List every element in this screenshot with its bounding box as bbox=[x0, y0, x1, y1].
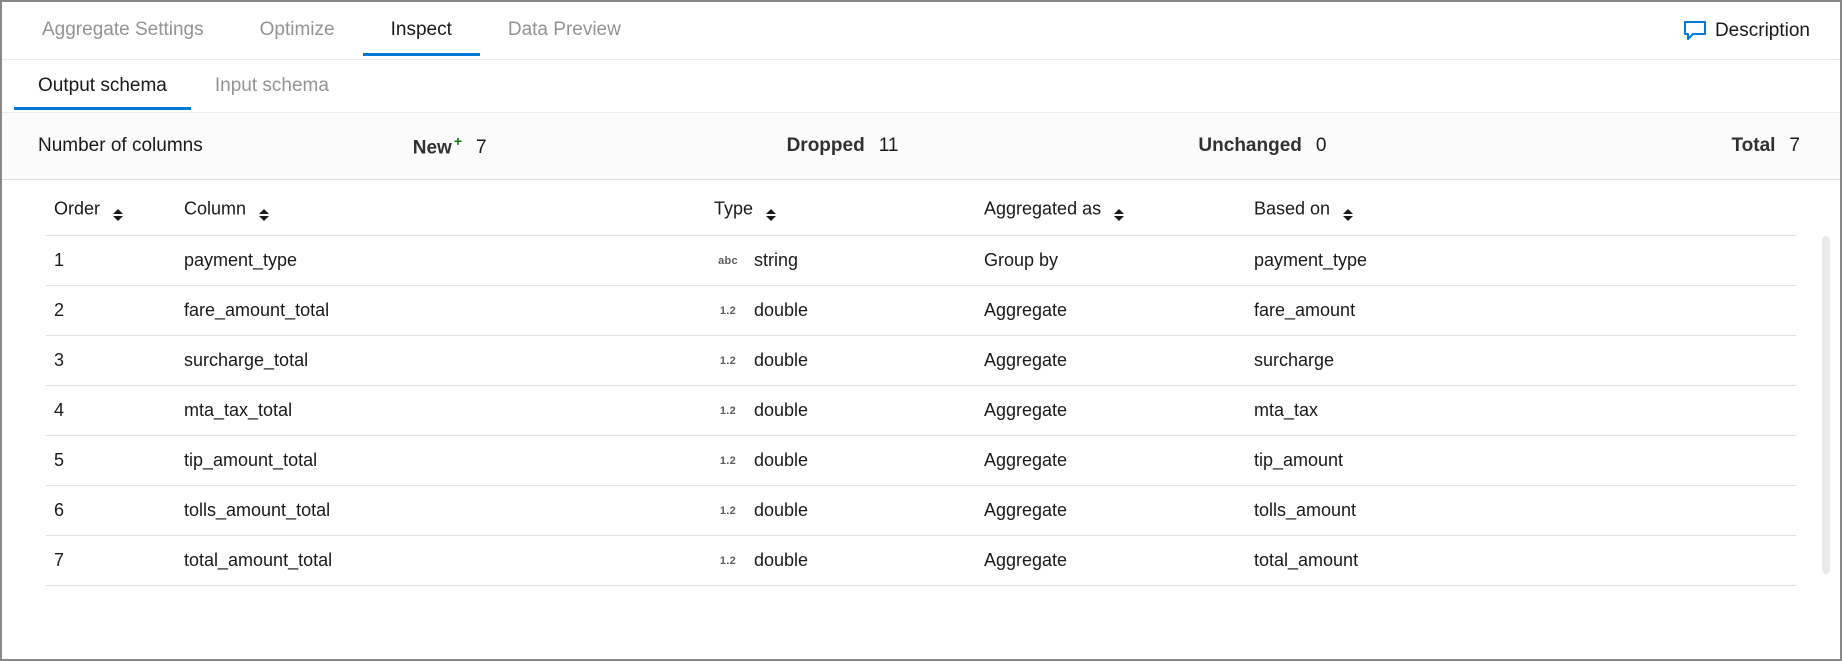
cell-column: total_amount_total bbox=[176, 536, 706, 586]
type-name: double bbox=[754, 400, 808, 421]
tab-output-schema[interactable]: Output schema bbox=[14, 63, 191, 110]
cell-order: 7 bbox=[46, 536, 176, 586]
comment-icon bbox=[1683, 20, 1707, 42]
stats-unchanged: Unchanged 0 bbox=[1198, 135, 1326, 157]
cell-based-on: total_amount bbox=[1246, 536, 1796, 586]
stats-dropped-value: 11 bbox=[879, 135, 899, 157]
stats-unchanged-label: Unchanged bbox=[1198, 135, 1301, 157]
tab-aggregate-settings[interactable]: Aggregate Settings bbox=[14, 5, 232, 56]
cell-type: 1.2 double bbox=[706, 336, 976, 386]
cell-type: abc string bbox=[706, 236, 976, 286]
tab-inspect[interactable]: Inspect bbox=[363, 5, 480, 56]
cell-based-on: fare_amount bbox=[1246, 286, 1796, 336]
stats-total: Total 7 bbox=[1731, 135, 1800, 157]
stats-total-label: Total bbox=[1731, 135, 1775, 157]
cell-aggregated-as: Aggregate bbox=[976, 436, 1246, 486]
stats-dropped-label: Dropped bbox=[787, 135, 865, 157]
cell-type: 1.2 double bbox=[706, 536, 976, 586]
cell-aggregated-as: Aggregate bbox=[976, 486, 1246, 536]
description-label: Description bbox=[1715, 20, 1810, 42]
type-name: double bbox=[754, 450, 808, 471]
tab-optimize[interactable]: Optimize bbox=[232, 5, 363, 56]
type-name: double bbox=[754, 300, 808, 321]
cell-based-on: mta_tax bbox=[1246, 386, 1796, 436]
table-row[interactable]: 5tip_amount_total 1.2 double Aggregatetip_a… bbox=[46, 436, 1796, 486]
cell-aggregated-as: Aggregate bbox=[976, 336, 1246, 386]
sort-icon bbox=[259, 198, 269, 221]
sort-icon bbox=[113, 198, 123, 221]
cell-column: payment_type bbox=[176, 236, 706, 286]
cell-order: 2 bbox=[46, 286, 176, 336]
type-name: double bbox=[754, 500, 808, 521]
table-row[interactable]: 6tolls_amount_total 1.2 double Aggregatetol… bbox=[46, 486, 1796, 536]
description-button[interactable]: Description bbox=[1665, 20, 1828, 42]
table-row[interactable]: 4mta_tax_total 1.2 double Aggregatemta_tax bbox=[46, 386, 1796, 436]
cell-based-on: tip_amount bbox=[1246, 436, 1796, 486]
cell-type: 1.2 double bbox=[706, 286, 976, 336]
cell-column: mta_tax_total bbox=[176, 386, 706, 436]
schema-table-wrap: Order Column Type Aggregated as Based on bbox=[2, 180, 1840, 586]
stats-dropped: Dropped 11 bbox=[787, 135, 899, 157]
cell-type: 1.2 double bbox=[706, 386, 976, 436]
string-type-icon: abc bbox=[714, 255, 742, 267]
sort-icon bbox=[1343, 198, 1353, 221]
sort-icon bbox=[766, 198, 776, 221]
cell-column: tip_amount_total bbox=[176, 436, 706, 486]
header-based-on[interactable]: Based on bbox=[1246, 180, 1796, 236]
type-name: double bbox=[754, 550, 808, 571]
stats-heading: Number of columns bbox=[38, 135, 203, 157]
numeric-type-icon: 1.2 bbox=[714, 555, 742, 567]
cell-type: 1.2 double bbox=[706, 436, 976, 486]
numeric-type-icon: 1.2 bbox=[714, 405, 742, 417]
cell-based-on: payment_type bbox=[1246, 236, 1796, 286]
stats-new-label: New+ bbox=[413, 133, 462, 159]
cell-order: 1 bbox=[46, 236, 176, 286]
vertical-scrollbar[interactable] bbox=[1822, 236, 1830, 574]
header-column[interactable]: Column bbox=[176, 180, 706, 236]
schema-table: Order Column Type Aggregated as Based on bbox=[46, 180, 1796, 586]
table-row[interactable]: 2fare_amount_total 1.2 double Aggregatefare… bbox=[46, 286, 1796, 336]
cell-order: 4 bbox=[46, 386, 176, 436]
primary-tabs: Aggregate Settings Optimize Inspect Data… bbox=[2, 2, 1840, 60]
stats-total-value: 7 bbox=[1789, 135, 1800, 157]
sort-icon bbox=[1114, 198, 1124, 221]
new-indicator-icon: + bbox=[454, 133, 462, 149]
cell-column: surcharge_total bbox=[176, 336, 706, 386]
table-row[interactable]: 1payment_typeabcstringGroup bypayment_ty… bbox=[46, 236, 1796, 286]
cell-column: fare_amount_total bbox=[176, 286, 706, 336]
cell-order: 6 bbox=[46, 486, 176, 536]
cell-order: 3 bbox=[46, 336, 176, 386]
stats-new: New+ 7 bbox=[413, 133, 487, 159]
header-aggregated-as[interactable]: Aggregated as bbox=[976, 180, 1246, 236]
stats-new-value: 7 bbox=[476, 137, 487, 159]
cell-based-on: surcharge bbox=[1246, 336, 1796, 386]
cell-based-on: tolls_amount bbox=[1246, 486, 1796, 536]
cell-aggregated-as: Aggregate bbox=[976, 536, 1246, 586]
column-stats-bar: Number of columns New+ 7 Dropped 11 Unch… bbox=[2, 112, 1840, 180]
cell-column: tolls_amount_total bbox=[176, 486, 706, 536]
table-header-row: Order Column Type Aggregated as Based on bbox=[46, 180, 1796, 236]
type-name: double bbox=[754, 350, 808, 371]
table-row[interactable]: 7total_amount_total 1.2 double Aggregatetot… bbox=[46, 536, 1796, 586]
cell-order: 5 bbox=[46, 436, 176, 486]
header-type[interactable]: Type bbox=[706, 180, 976, 236]
cell-aggregated-as: Aggregate bbox=[976, 386, 1246, 436]
numeric-type-icon: 1.2 bbox=[714, 305, 742, 317]
tab-input-schema[interactable]: Input schema bbox=[191, 63, 353, 110]
numeric-type-icon: 1.2 bbox=[714, 455, 742, 467]
cell-type: 1.2 double bbox=[706, 486, 976, 536]
stats-unchanged-value: 0 bbox=[1316, 135, 1327, 157]
numeric-type-icon: 1.2 bbox=[714, 505, 742, 517]
type-name: string bbox=[754, 250, 798, 271]
table-row[interactable]: 3surcharge_total 1.2 double Aggregatesurcha… bbox=[46, 336, 1796, 386]
schema-tabs: Output schema Input schema bbox=[2, 60, 1840, 112]
cell-aggregated-as: Aggregate bbox=[976, 286, 1246, 336]
cell-aggregated-as: Group by bbox=[976, 236, 1246, 286]
tab-data-preview[interactable]: Data Preview bbox=[480, 5, 649, 56]
numeric-type-icon: 1.2 bbox=[714, 355, 742, 367]
header-order[interactable]: Order bbox=[46, 180, 176, 236]
